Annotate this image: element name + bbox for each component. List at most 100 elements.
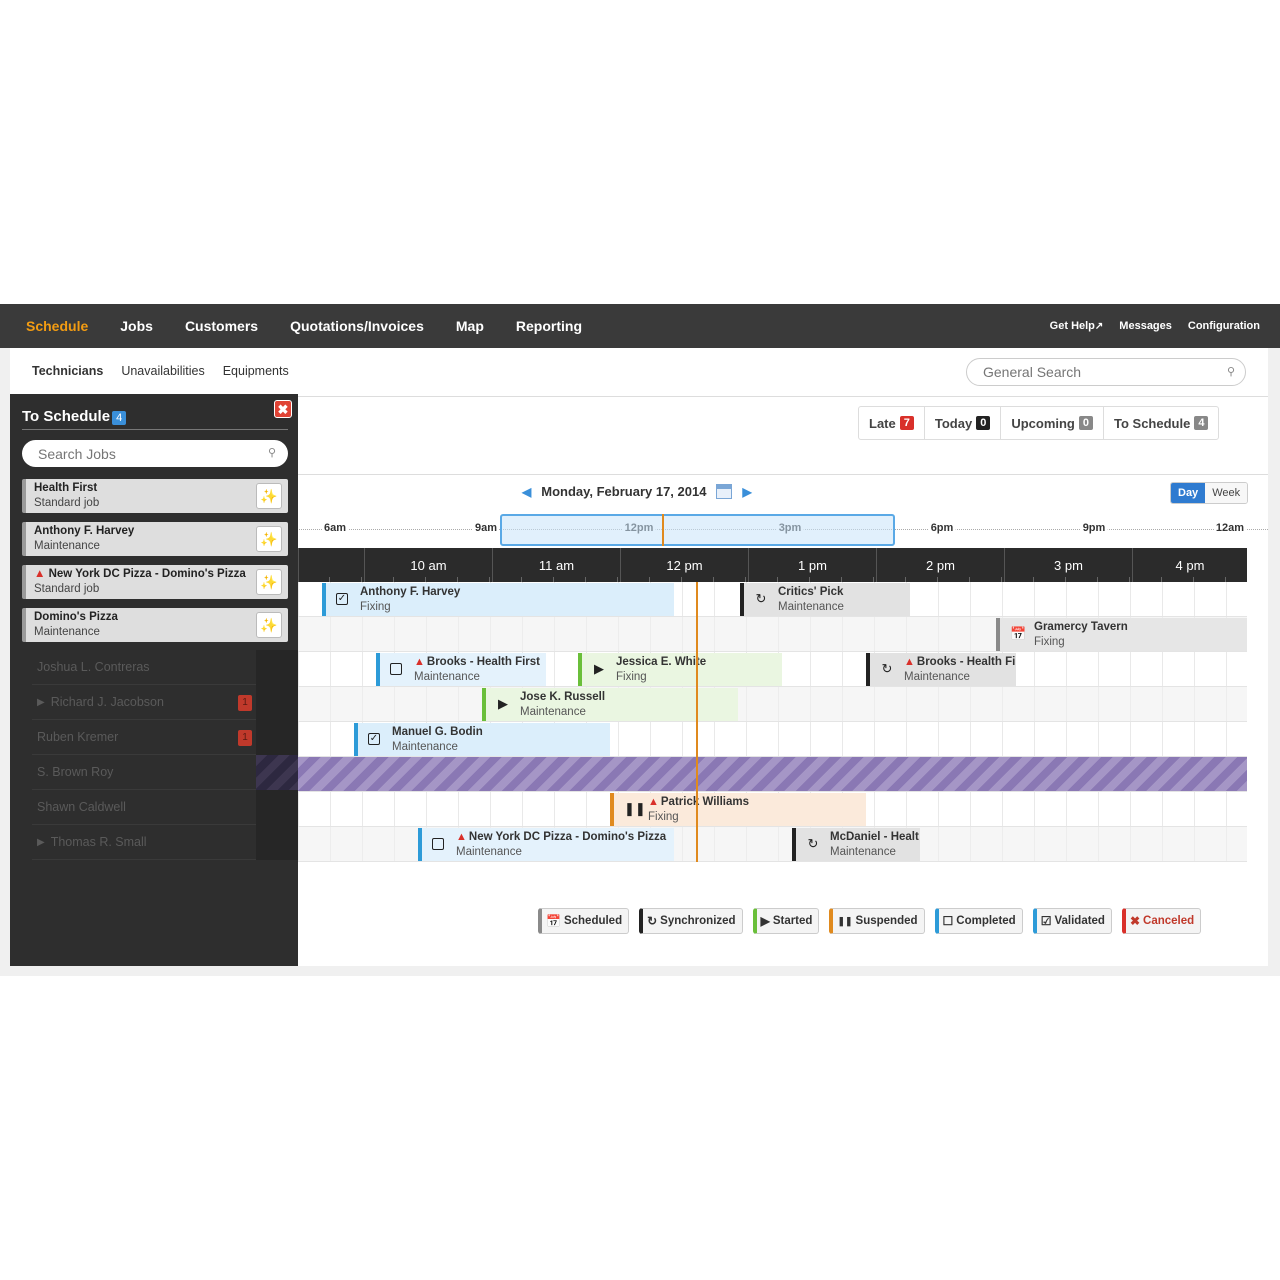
view-day-button[interactable]: Day — [1171, 483, 1206, 503]
technician-row[interactable]: ▶ Richard J. Jacobson 1 — [32, 685, 258, 720]
technician-name: Joshua L. Contreras — [37, 660, 150, 674]
tab-technicians[interactable]: Technicians — [32, 364, 103, 378]
next-day-arrow-icon[interactable]: ▶ — [742, 485, 751, 499]
counter-to-schedule[interactable]: To Schedule 4 — [1104, 407, 1218, 439]
magic-wand-icon[interactable]: ✨ — [256, 526, 282, 552]
warning-icon: ▲ — [648, 796, 659, 808]
unavailability-row — [298, 757, 1247, 792]
prev-day-arrow-icon[interactable]: ◀ — [522, 485, 531, 499]
view-week-button[interactable]: Week — [1205, 483, 1248, 503]
unchecked-box-icon: ☐ — [942, 914, 954, 928]
job-block[interactable]: ✓ Manuel G. Bodin Maintenance — [354, 723, 610, 756]
get-help-link[interactable]: Get Help↗ — [1042, 320, 1112, 332]
job-type: Maintenance — [778, 601, 844, 613]
job-block[interactable]: 📅 Gramercy Tavern Fixing — [996, 618, 1247, 651]
play-icon: ▶ — [498, 696, 508, 711]
general-search-input[interactable] — [983, 364, 1203, 380]
job-search-box: ⚲ — [22, 440, 288, 467]
nav-reporting[interactable]: Reporting — [500, 318, 598, 334]
messages-link[interactable]: Messages — [1111, 320, 1180, 332]
technician-badge: 1 — [238, 695, 252, 711]
checked-box-icon: ✓ — [368, 733, 380, 745]
job-type: Maintenance — [456, 846, 522, 858]
overview-visible-window[interactable] — [500, 514, 895, 546]
nav-map[interactable]: Map — [440, 318, 500, 334]
hour-label: 2 pm — [926, 557, 955, 573]
expand-icon[interactable]: ▶ — [37, 697, 45, 708]
tab-equipments[interactable]: Equipments — [223, 364, 289, 378]
magic-wand-icon[interactable]: ✨ — [256, 569, 282, 595]
legend-synchronized[interactable]: ↻ Synchronized — [639, 908, 743, 934]
legend-label: Completed — [956, 915, 1016, 927]
grid-row — [298, 687, 1247, 722]
technician-row[interactable]: S. Brown Roy — [32, 755, 258, 790]
job-block[interactable]: ▶ Jose K. Russell Maintenance — [482, 688, 738, 721]
legend-completed[interactable]: ☐ Completed — [934, 908, 1023, 934]
unscheduled-job-card[interactable]: Anthony F. Harvey Maintenance ✨ — [22, 522, 288, 556]
counter-upcoming[interactable]: Upcoming 0 — [1001, 407, 1104, 439]
close-icon[interactable]: ✖ — [274, 400, 292, 418]
job-search-input[interactable] — [38, 445, 248, 462]
legend-validated[interactable]: ☑ Validated — [1032, 908, 1112, 934]
nav-quotations-invoices[interactable]: Quotations/Invoices — [274, 318, 440, 334]
to-schedule-panel: To Schedule4 ✖ ⚲ Health First Standard j… — [10, 394, 298, 966]
legend-label: Validated — [1054, 915, 1105, 927]
hour-label: 12 pm — [666, 557, 703, 573]
technician-row[interactable]: ▶ Thomas R. Small — [32, 825, 258, 860]
to-schedule-header: To Schedule 4 — [22, 408, 288, 430]
configuration-link[interactable]: Configuration — [1180, 320, 1268, 332]
technician-row[interactable]: Ruben Kremer 1 — [32, 720, 258, 755]
legend-started[interactable]: ▶ Started — [752, 908, 820, 934]
job-title: Domino's Pizza — [34, 611, 118, 623]
search-icon[interactable]: ⚲ — [268, 446, 276, 459]
legend-label: Started — [772, 915, 813, 927]
counter-upcoming-label: Upcoming — [1011, 415, 1075, 431]
unscheduled-job-card[interactable]: Health First Standard job ✨ — [22, 479, 288, 513]
magic-wand-icon[interactable]: ✨ — [256, 483, 282, 509]
search-icon[interactable]: ⚲ — [1227, 365, 1235, 378]
to-schedule-count-badge: 4 — [112, 411, 127, 425]
unscheduled-job-card[interactable]: Domino's Pizza Maintenance ✨ — [22, 608, 288, 642]
job-title: Gramercy Tavern — [1034, 621, 1128, 633]
counter-late-badge: 7 — [899, 416, 914, 430]
nav-schedule[interactable]: Schedule — [0, 318, 104, 334]
job-type: Fixing — [1034, 636, 1065, 648]
nav-jobs[interactable]: Jobs — [104, 318, 169, 334]
job-block[interactable]: ▲ Brooks - Health First Maintenance — [376, 653, 546, 686]
legend-label: Suspended — [855, 915, 918, 927]
magic-wand-icon[interactable]: ✨ — [256, 612, 282, 638]
job-block[interactable]: ▶ Jessica E. White Fixing — [578, 653, 782, 686]
legend-scheduled[interactable]: 📅 Scheduled — [538, 908, 630, 934]
calendar-icon[interactable] — [716, 484, 733, 499]
schedule-grid[interactable]: ✓ Anthony F. Harvey Fixing ↻ Critics' Pi… — [298, 582, 1247, 862]
job-block[interactable]: ▲ New York DC Pizza - Domino's Pizza Main… — [418, 828, 674, 861]
job-block[interactable]: ✓ Anthony F. Harvey Fixing — [322, 583, 674, 616]
counter-today[interactable]: Today 0 — [925, 407, 1002, 439]
nav-customers[interactable]: Customers — [169, 318, 274, 334]
tab-unavailabilities[interactable]: Unavailabilities — [121, 364, 204, 378]
overview-current-time-line — [662, 514, 664, 546]
job-block[interactable]: ❚❚ ▲ Patrick Williams Fixing — [610, 793, 866, 826]
date-navigator: ◀ Monday, February 17, 2014 ▶ — [522, 484, 752, 499]
expand-icon[interactable]: ▶ — [37, 837, 45, 848]
pause-icon: ❚❚ — [624, 801, 646, 816]
hour-label: 1 pm — [798, 557, 827, 573]
unchecked-box-icon — [432, 838, 444, 850]
job-block[interactable]: ↻ ▲ Brooks - Health Fi Maintenance — [866, 653, 1016, 686]
counter-late[interactable]: Late 7 — [859, 407, 925, 439]
sync-icon: ↻ — [881, 661, 893, 676]
legend-label: Scheduled — [563, 915, 623, 927]
job-type: Maintenance — [34, 626, 100, 638]
legend-canceled[interactable]: ✖ Canceled — [1121, 908, 1202, 934]
job-block[interactable]: ↻ McDaniel - Healt Maintenance — [792, 828, 920, 861]
technician-row[interactable]: Shawn Caldwell — [32, 790, 258, 825]
unscheduled-job-card[interactable]: ▲ New York DC Pizza - Domino's Pizza Sta… — [22, 565, 288, 599]
hour-header: 10 am 11 am 12 pm 1 pm 2 pm 3 pm 4 pm — [298, 548, 1247, 582]
hour-label: 11 am — [538, 557, 575, 573]
technician-row[interactable]: Joshua L. Contreras — [32, 650, 258, 685]
general-search-box: ⚲ — [966, 358, 1246, 386]
job-block[interactable]: ↻ Critics' Pick Maintenance — [740, 583, 910, 616]
job-type: Fixing — [616, 671, 647, 683]
legend-suspended[interactable]: ❚❚ Suspended — [829, 908, 925, 934]
sync-icon: ↻ — [647, 914, 658, 928]
